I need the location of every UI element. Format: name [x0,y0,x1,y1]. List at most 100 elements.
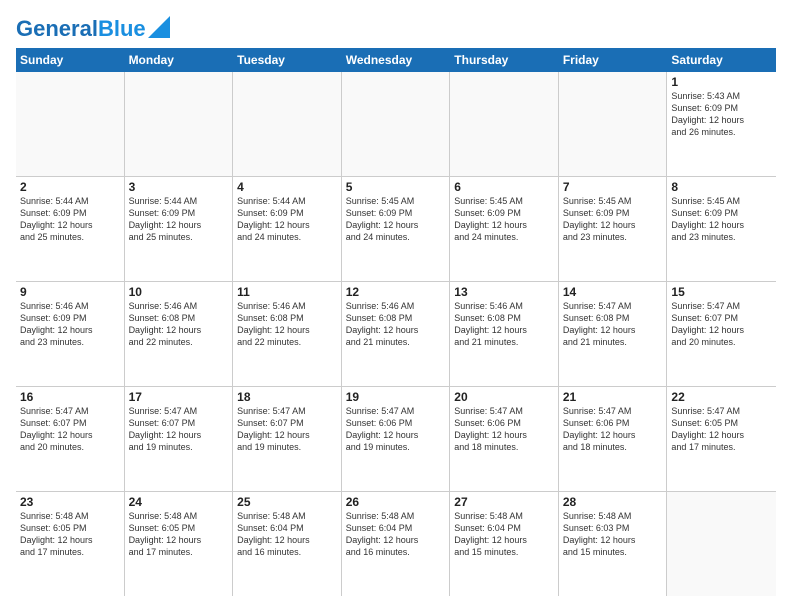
day-number: 9 [20,285,120,299]
calendar-header: SundayMondayTuesdayWednesdayThursdayFrid… [16,48,776,72]
cell-sun-info: Sunrise: 5:44 AM Sunset: 6:09 PM Dayligh… [129,195,229,244]
cell-sun-info: Sunrise: 5:44 AM Sunset: 6:09 PM Dayligh… [237,195,337,244]
day-number: 10 [129,285,229,299]
calendar-cell [125,72,234,176]
day-number: 3 [129,180,229,194]
weekday-header: Tuesday [233,48,342,72]
day-number: 28 [563,495,663,509]
calendar-cell: 25Sunrise: 5:48 AM Sunset: 6:04 PM Dayli… [233,492,342,596]
calendar-week: 9Sunrise: 5:46 AM Sunset: 6:09 PM Daylig… [16,282,776,387]
calendar-cell: 6Sunrise: 5:45 AM Sunset: 6:09 PM Daylig… [450,177,559,281]
calendar-cell: 5Sunrise: 5:45 AM Sunset: 6:09 PM Daylig… [342,177,451,281]
calendar-cell: 23Sunrise: 5:48 AM Sunset: 6:05 PM Dayli… [16,492,125,596]
calendar-cell: 22Sunrise: 5:47 AM Sunset: 6:05 PM Dayli… [667,387,776,491]
logo-general: General [16,16,98,41]
calendar-cell: 28Sunrise: 5:48 AM Sunset: 6:03 PM Dayli… [559,492,668,596]
weekday-header: Friday [559,48,668,72]
calendar-cell: 4Sunrise: 5:44 AM Sunset: 6:09 PM Daylig… [233,177,342,281]
cell-sun-info: Sunrise: 5:43 AM Sunset: 6:09 PM Dayligh… [671,90,772,139]
calendar-cell [233,72,342,176]
calendar-cell: 11Sunrise: 5:46 AM Sunset: 6:08 PM Dayli… [233,282,342,386]
logo-text: GeneralBlue [16,18,146,40]
weekday-header: Monday [125,48,234,72]
calendar-cell: 10Sunrise: 5:46 AM Sunset: 6:08 PM Dayli… [125,282,234,386]
day-number: 22 [671,390,772,404]
day-number: 7 [563,180,663,194]
cell-sun-info: Sunrise: 5:48 AM Sunset: 6:04 PM Dayligh… [454,510,554,559]
calendar-week: 1Sunrise: 5:43 AM Sunset: 6:09 PM Daylig… [16,72,776,177]
calendar-cell: 9Sunrise: 5:46 AM Sunset: 6:09 PM Daylig… [16,282,125,386]
calendar-cell: 7Sunrise: 5:45 AM Sunset: 6:09 PM Daylig… [559,177,668,281]
cell-sun-info: Sunrise: 5:48 AM Sunset: 6:05 PM Dayligh… [20,510,120,559]
cell-sun-info: Sunrise: 5:46 AM Sunset: 6:08 PM Dayligh… [454,300,554,349]
calendar-cell: 19Sunrise: 5:47 AM Sunset: 6:06 PM Dayli… [342,387,451,491]
day-number: 16 [20,390,120,404]
calendar-cell: 8Sunrise: 5:45 AM Sunset: 6:09 PM Daylig… [667,177,776,281]
cell-sun-info: Sunrise: 5:47 AM Sunset: 6:06 PM Dayligh… [563,405,663,454]
calendar-cell: 12Sunrise: 5:46 AM Sunset: 6:08 PM Dayli… [342,282,451,386]
calendar-cell: 17Sunrise: 5:47 AM Sunset: 6:07 PM Dayli… [125,387,234,491]
cell-sun-info: Sunrise: 5:46 AM Sunset: 6:08 PM Dayligh… [237,300,337,349]
day-number: 1 [671,75,772,89]
day-number: 21 [563,390,663,404]
weekday-header: Wednesday [342,48,451,72]
logo-blue: Blue [98,16,146,41]
calendar-cell: 2Sunrise: 5:44 AM Sunset: 6:09 PM Daylig… [16,177,125,281]
cell-sun-info: Sunrise: 5:45 AM Sunset: 6:09 PM Dayligh… [346,195,446,244]
day-number: 23 [20,495,120,509]
day-number: 26 [346,495,446,509]
cell-sun-info: Sunrise: 5:46 AM Sunset: 6:09 PM Dayligh… [20,300,120,349]
weekday-header: Thursday [450,48,559,72]
logo-icon [148,16,170,38]
day-number: 11 [237,285,337,299]
cell-sun-info: Sunrise: 5:47 AM Sunset: 6:06 PM Dayligh… [454,405,554,454]
calendar-week: 23Sunrise: 5:48 AM Sunset: 6:05 PM Dayli… [16,492,776,596]
day-number: 5 [346,180,446,194]
cell-sun-info: Sunrise: 5:47 AM Sunset: 6:07 PM Dayligh… [671,300,772,349]
day-number: 2 [20,180,120,194]
calendar-cell [342,72,451,176]
cell-sun-info: Sunrise: 5:48 AM Sunset: 6:03 PM Dayligh… [563,510,663,559]
cell-sun-info: Sunrise: 5:47 AM Sunset: 6:07 PM Dayligh… [237,405,337,454]
day-number: 17 [129,390,229,404]
calendar-cell [559,72,668,176]
calendar-cell: 27Sunrise: 5:48 AM Sunset: 6:04 PM Dayli… [450,492,559,596]
calendar-cell: 21Sunrise: 5:47 AM Sunset: 6:06 PM Dayli… [559,387,668,491]
cell-sun-info: Sunrise: 5:45 AM Sunset: 6:09 PM Dayligh… [563,195,663,244]
calendar-cell: 26Sunrise: 5:48 AM Sunset: 6:04 PM Dayli… [342,492,451,596]
calendar-cell: 13Sunrise: 5:46 AM Sunset: 6:08 PM Dayli… [450,282,559,386]
day-number: 20 [454,390,554,404]
cell-sun-info: Sunrise: 5:47 AM Sunset: 6:07 PM Dayligh… [129,405,229,454]
day-number: 8 [671,180,772,194]
logo: GeneralBlue [16,16,170,40]
day-number: 13 [454,285,554,299]
weekday-header: Saturday [667,48,776,72]
calendar-cell: 24Sunrise: 5:48 AM Sunset: 6:05 PM Dayli… [125,492,234,596]
day-number: 24 [129,495,229,509]
cell-sun-info: Sunrise: 5:47 AM Sunset: 6:06 PM Dayligh… [346,405,446,454]
cell-sun-info: Sunrise: 5:48 AM Sunset: 6:04 PM Dayligh… [346,510,446,559]
day-number: 18 [237,390,337,404]
day-number: 14 [563,285,663,299]
day-number: 27 [454,495,554,509]
cell-sun-info: Sunrise: 5:46 AM Sunset: 6:08 PM Dayligh… [346,300,446,349]
day-number: 25 [237,495,337,509]
calendar-cell: 20Sunrise: 5:47 AM Sunset: 6:06 PM Dayli… [450,387,559,491]
day-number: 19 [346,390,446,404]
calendar-cell: 16Sunrise: 5:47 AM Sunset: 6:07 PM Dayli… [16,387,125,491]
header: GeneralBlue [16,16,776,40]
calendar-cell: 15Sunrise: 5:47 AM Sunset: 6:07 PM Dayli… [667,282,776,386]
cell-sun-info: Sunrise: 5:44 AM Sunset: 6:09 PM Dayligh… [20,195,120,244]
calendar-cell: 1Sunrise: 5:43 AM Sunset: 6:09 PM Daylig… [667,72,776,176]
day-number: 15 [671,285,772,299]
cell-sun-info: Sunrise: 5:48 AM Sunset: 6:05 PM Dayligh… [129,510,229,559]
calendar-cell [667,492,776,596]
cell-sun-info: Sunrise: 5:45 AM Sunset: 6:09 PM Dayligh… [454,195,554,244]
cell-sun-info: Sunrise: 5:47 AM Sunset: 6:05 PM Dayligh… [671,405,772,454]
calendar-week: 16 Sunrise: 5:47 AM Sunset: 6:07 PM Dayli… [16,387,776,492]
day-number: 12 [346,285,446,299]
calendar-cell [16,72,125,176]
calendar-week: 2Sunrise: 5:44 AM Sunset: 6:09 PM Daylig… [16,177,776,282]
calendar-cell: 14Sunrise: 5:47 AM Sunset: 6:08 PM Dayli… [559,282,668,386]
cell-sun-info: Sunrise: 5:45 AM Sunset: 6:09 PM Dayligh… [671,195,772,244]
